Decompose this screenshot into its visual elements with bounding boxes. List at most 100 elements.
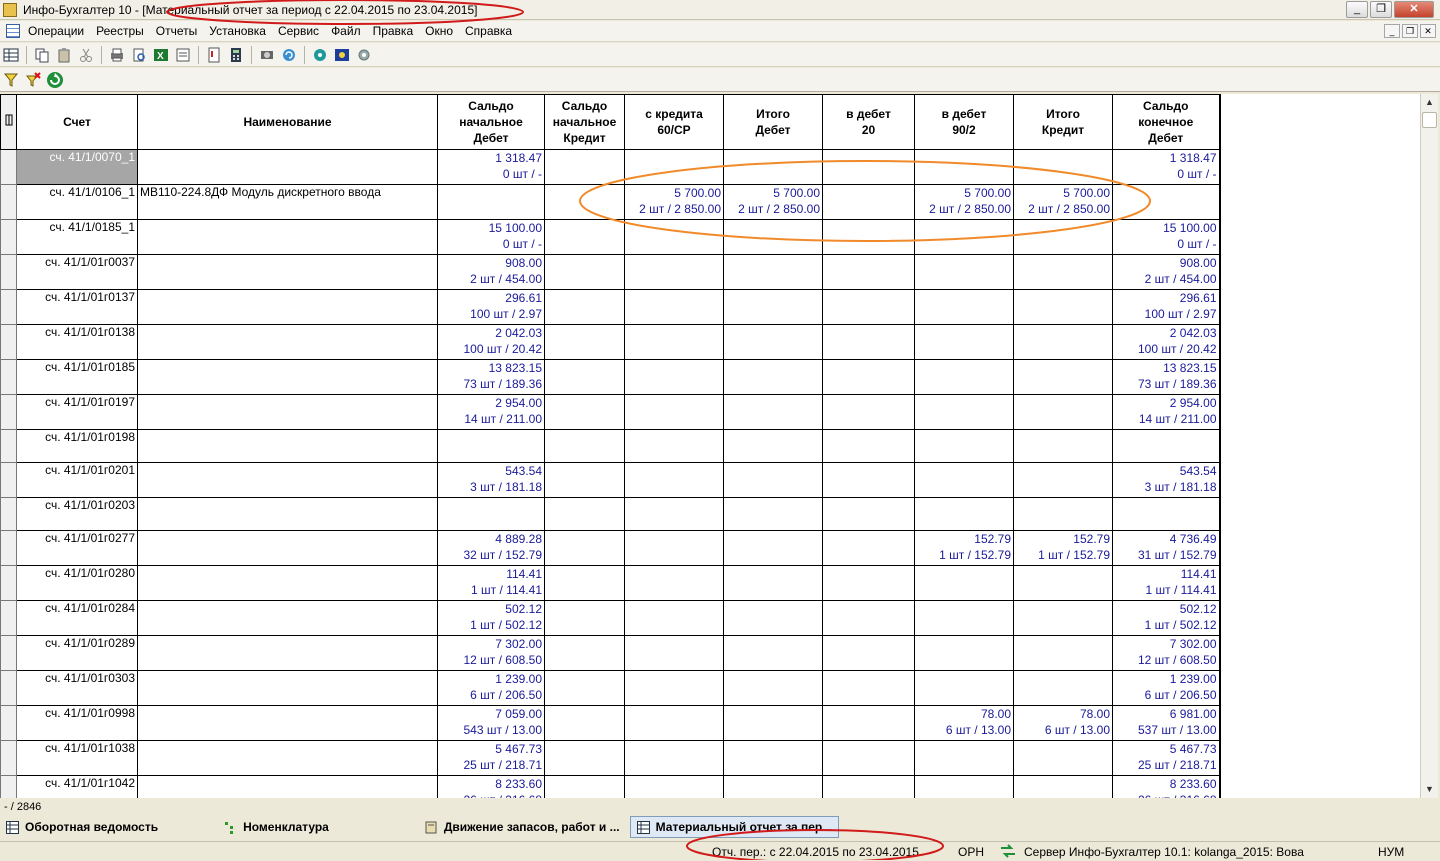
row-indicator[interactable] — [0, 775, 17, 798]
open-debit-cell[interactable]: 13 823.15 73 шт / 189.36 — [437, 359, 545, 395]
gear-icon[interactable] — [355, 46, 373, 64]
debit-90-cell[interactable] — [914, 565, 1014, 601]
debit-90-cell[interactable] — [914, 600, 1014, 636]
open-debit-cell[interactable]: 2 954.00 14 шт / 211.00 — [437, 394, 545, 430]
cut-icon[interactable] — [77, 46, 95, 64]
open-debit-cell[interactable]: 502.12 1 шт / 502.12 — [437, 600, 545, 636]
close-debit-cell[interactable]: 296.61 100 шт / 2.97 — [1112, 289, 1221, 325]
row-indicator-header[interactable] — [0, 94, 17, 150]
open-debit-cell[interactable]: 114.41 1 шт / 114.41 — [437, 565, 545, 601]
total-credit-cell[interactable] — [1013, 462, 1113, 498]
menu-window[interactable]: Окно — [419, 24, 459, 38]
tab-turnover-sheet[interactable]: Оборотная ведомость — [0, 816, 164, 838]
name-cell[interactable] — [137, 324, 438, 360]
total-debit-cell[interactable] — [723, 775, 823, 798]
name-cell[interactable] — [137, 254, 438, 290]
grid-view-icon[interactable] — [2, 46, 20, 64]
credit-60-cell[interactable] — [624, 600, 724, 636]
name-cell[interactable] — [137, 429, 438, 463]
table-row[interactable]: сч. 41/1/01г0289 7 302.00 12 шт / 608.50 7 … — [0, 635, 1221, 671]
total-credit-cell[interactable] — [1013, 670, 1113, 706]
row-indicator[interactable] — [0, 497, 17, 531]
table-row[interactable]: сч. 41/1/01г0277 4 889.28 32 шт / 152.79 15… — [0, 530, 1221, 566]
open-credit-cell[interactable] — [544, 394, 625, 430]
table-row[interactable]: сч. 41/1/01г0203 — [0, 497, 1221, 531]
filter-icon[interactable] — [2, 71, 20, 89]
open-debit-cell[interactable] — [437, 497, 545, 531]
debit-90-cell[interactable] — [914, 324, 1014, 360]
menu-operations[interactable]: Операции — [22, 24, 90, 38]
debit-20-cell[interactable] — [822, 149, 915, 185]
table-row[interactable]: сч. 41/1/01г0198 — [0, 429, 1221, 463]
open-debit-cell[interactable]: 5 467.73 25 шт / 218.71 — [437, 740, 545, 776]
credit-60-cell[interactable] — [624, 497, 724, 531]
name-cell[interactable] — [137, 635, 438, 671]
total-debit-cell[interactable] — [723, 394, 823, 430]
debit-90-cell[interactable] — [914, 775, 1014, 798]
column-header-open-credit[interactable]: Сальдо начальное Кредит — [544, 94, 625, 150]
column-header-credit-60[interactable]: с кредита 60/СР — [624, 94, 724, 150]
credit-60-cell[interactable] — [624, 254, 724, 290]
open-debit-cell[interactable]: 7 059.00 543 шт / 13.00 — [437, 705, 545, 741]
menu-file[interactable]: Файл — [325, 24, 367, 38]
row-indicator[interactable] — [0, 149, 17, 185]
close-debit-cell[interactable]: 1 318.47 0 шт / - — [1112, 149, 1221, 185]
debit-20-cell[interactable] — [822, 600, 915, 636]
total-credit-cell[interactable] — [1013, 394, 1113, 430]
total-debit-cell[interactable] — [723, 149, 823, 185]
credit-60-cell[interactable] — [624, 462, 724, 498]
debit-20-cell[interactable] — [822, 565, 915, 601]
row-indicator[interactable] — [0, 324, 17, 360]
app-icon[interactable] — [3, 2, 17, 17]
column-header-debit-20[interactable]: в дебет 20 — [822, 94, 915, 150]
close-debit-cell[interactable]: 908.00 2 шт / 454.00 — [1112, 254, 1221, 290]
close-debit-cell[interactable]: 1 239.00 6 шт / 206.50 — [1112, 670, 1221, 706]
minimize-button[interactable]: _ — [1346, 1, 1368, 18]
total-credit-cell[interactable] — [1013, 324, 1113, 360]
account-cell[interactable]: сч. 41/1/01г0284 — [16, 600, 138, 636]
row-indicator[interactable] — [0, 289, 17, 325]
tab-nomenclature[interactable]: Номенклатура — [218, 816, 335, 838]
total-credit-cell[interactable] — [1013, 497, 1113, 531]
scroll-up-icon[interactable]: ▲ — [1421, 94, 1438, 111]
table-row[interactable]: сч. 41/1/01г0303 1 239.00 6 шт / 206.50 1 2… — [0, 670, 1221, 706]
debit-20-cell[interactable] — [822, 497, 915, 531]
close-debit-cell[interactable]: 13 823.15 73 шт / 189.36 — [1112, 359, 1221, 395]
total-credit-cell[interactable] — [1013, 775, 1113, 798]
close-debit-cell[interactable]: 2 042.03 100 шт / 20.42 — [1112, 324, 1221, 360]
debit-90-cell[interactable] — [914, 429, 1014, 463]
menu-reports[interactable]: Отчеты — [150, 24, 203, 38]
debit-90-cell[interactable] — [914, 670, 1014, 706]
close-debit-cell[interactable]: 543.54 3 шт / 181.18 — [1112, 462, 1221, 498]
account-cell[interactable]: сч. 41/1/01г0998 — [16, 705, 138, 741]
total-credit-cell[interactable] — [1013, 635, 1113, 671]
row-indicator[interactable] — [0, 429, 17, 463]
total-credit-cell[interactable]: 78.00 6 шт / 13.00 — [1013, 705, 1113, 741]
open-debit-cell[interactable]: 1 239.00 6 шт / 206.50 — [437, 670, 545, 706]
copy-icon[interactable] — [33, 46, 51, 64]
name-cell[interactable] — [137, 600, 438, 636]
menu-setup[interactable]: Установка — [203, 24, 272, 38]
debit-20-cell[interactable] — [822, 462, 915, 498]
credit-60-cell[interactable] — [624, 775, 724, 798]
open-debit-cell[interactable]: 7 302.00 12 шт / 608.50 — [437, 635, 545, 671]
open-credit-cell[interactable] — [544, 359, 625, 395]
column-header-close-debit[interactable]: Сальдо конечное Дебет — [1112, 94, 1221, 150]
table-row[interactable]: сч. 41/1/01г0998 7 059.00 543 шт / 13.00 78… — [0, 705, 1221, 741]
column-header-total-debit[interactable]: Итого Дебет — [723, 94, 823, 150]
account-cell[interactable]: сч. 41/1/01г0280 — [16, 565, 138, 601]
open-credit-cell[interactable] — [544, 705, 625, 741]
row-indicator[interactable] — [0, 394, 17, 430]
close-debit-cell[interactable] — [1112, 184, 1221, 220]
open-credit-cell[interactable] — [544, 600, 625, 636]
row-indicator[interactable] — [0, 635, 17, 671]
close-debit-cell[interactable]: 5 467.73 25 шт / 218.71 — [1112, 740, 1221, 776]
account-cell[interactable]: сч. 41/1/01г0289 — [16, 635, 138, 671]
account-cell[interactable]: сч. 41/1/01г0201 — [16, 462, 138, 498]
tab-material-report[interactable]: Материальный отчет за пер... — [629, 816, 840, 838]
total-debit-cell[interactable] — [723, 429, 823, 463]
name-cell[interactable] — [137, 219, 438, 255]
row-indicator[interactable] — [0, 600, 17, 636]
total-debit-cell[interactable] — [723, 254, 823, 290]
total-credit-cell[interactable] — [1013, 289, 1113, 325]
